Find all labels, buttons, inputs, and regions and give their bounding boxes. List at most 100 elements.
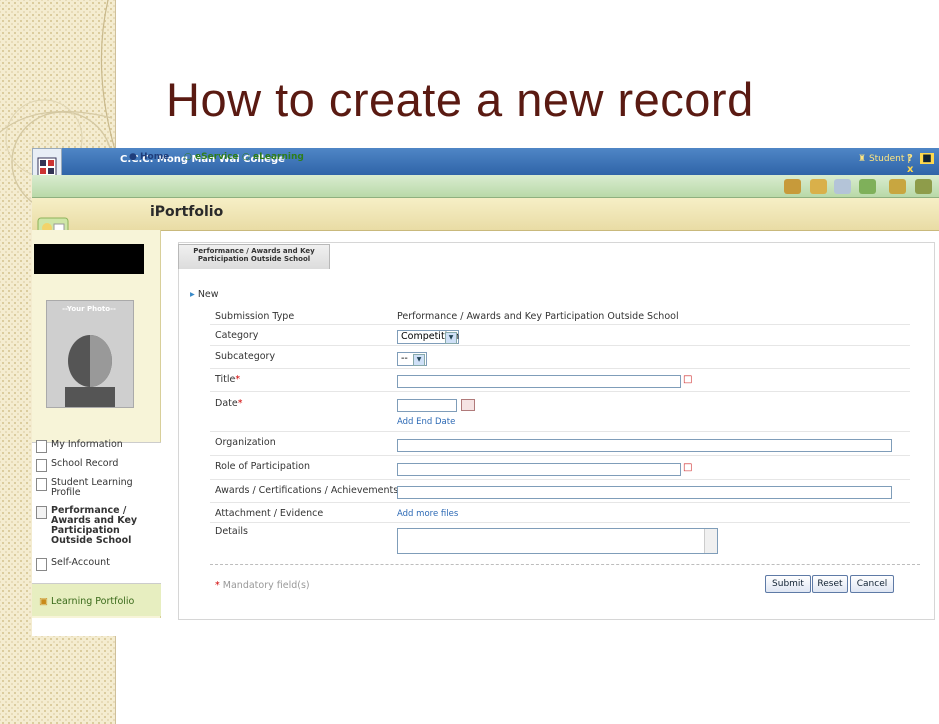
menu-item-label: Performance / Awards and Key Participati… xyxy=(51,505,138,546)
role-label: Role of Participation xyxy=(215,461,310,472)
required-mark: * xyxy=(237,398,243,409)
menu-item-label: Student Learning Profile xyxy=(51,477,133,498)
calendar-icon[interactable] xyxy=(461,399,475,411)
menu-item-self-account[interactable]: Self-Account xyxy=(36,558,110,572)
required-mark: * xyxy=(215,580,220,591)
app-window: C.C.C. Mong Man Wai College ♜ Student | … xyxy=(32,148,939,636)
nav-eservice-label: eService xyxy=(195,152,239,162)
edit-icon[interactable]: □ xyxy=(683,462,692,473)
document-icon xyxy=(36,459,47,472)
chevron-down-icon: ▼ xyxy=(413,354,425,366)
menu-item-school-record[interactable]: School Record xyxy=(36,459,118,473)
menu-item-label: School Record xyxy=(51,458,119,469)
row-divider xyxy=(210,324,910,325)
slide-title: How to create a new record xyxy=(166,73,754,126)
help-label: ? xyxy=(907,153,913,164)
add-more-files-link[interactable]: Add more files xyxy=(397,509,458,519)
toolbar-icon-3[interactable] xyxy=(834,179,851,194)
section-new: ▸ New xyxy=(190,289,219,300)
title-label: Title* xyxy=(215,374,240,385)
row-divider xyxy=(210,391,910,392)
category-label: Category xyxy=(215,330,259,341)
language-icon[interactable]: ■ xyxy=(920,153,934,164)
subcategory-select[interactable]: -- ▼ xyxy=(397,352,427,366)
submission-type-value: Performance / Awards and Key Participati… xyxy=(397,311,679,322)
learning-portfolio-link[interactable]: ▣ Learning Portfolio xyxy=(39,596,134,607)
menu-item-label: Self-Account xyxy=(51,557,110,568)
awards-label: Awards / Certifications / Achievements xyxy=(215,485,399,496)
nav-elearning[interactable]: ○ eLearning xyxy=(242,152,304,162)
awards-input[interactable] xyxy=(397,486,892,499)
submit-button[interactable]: Submit xyxy=(765,575,811,593)
row-divider xyxy=(210,522,910,523)
student-name-redacted xyxy=(34,244,144,274)
section-new-label: New xyxy=(197,289,219,300)
toolbar-icon-6[interactable] xyxy=(915,179,932,194)
document-icon xyxy=(36,558,47,571)
submission-type-label: Submission Type xyxy=(215,311,295,322)
details-label: Details xyxy=(215,526,248,537)
row-divider xyxy=(210,502,910,503)
menu-item-label: My Information xyxy=(51,439,123,450)
portfolio-icon: ▣ xyxy=(39,596,48,607)
help-link[interactable]: ? ■ x xyxy=(907,153,939,175)
person-silhouette-icon xyxy=(47,301,133,407)
chevron-down-icon: ▼ xyxy=(445,332,457,344)
menu-item-my-information[interactable]: My Information xyxy=(36,440,123,454)
row-divider xyxy=(210,479,910,480)
nav-eservice[interactable]: ○ eService xyxy=(184,152,239,162)
learning-portfolio-label: Learning Portfolio xyxy=(51,596,135,607)
add-end-date-link[interactable]: Add End Date xyxy=(397,417,455,427)
date-label: Date* xyxy=(215,398,242,409)
toolbar-icon-1[interactable] xyxy=(784,179,801,194)
tab-label: Performance / Awards and Key Participati… xyxy=(193,247,315,263)
student-photo xyxy=(46,300,134,408)
school-crest-icon xyxy=(37,157,57,177)
student-link[interactable]: ♜ Student | xyxy=(858,154,910,164)
home-icon: ● xyxy=(129,152,137,162)
required-mark: * xyxy=(235,374,241,385)
menu-item-performance[interactable]: Performance / Awards and Key Participati… xyxy=(36,506,160,546)
arrow-icon: ▸ xyxy=(190,289,195,300)
nav-elearning-label: eLearning xyxy=(253,152,304,162)
attachment-label: Attachment / Evidence xyxy=(215,508,324,519)
form-divider xyxy=(210,564,920,565)
toolbar-icon-2[interactable] xyxy=(810,179,827,194)
document-icon xyxy=(36,478,47,491)
subcategory-selected: -- xyxy=(401,353,408,364)
organization-input[interactable] xyxy=(397,439,892,452)
subcategory-label: Subcategory xyxy=(215,351,276,362)
role-input[interactable] xyxy=(397,463,681,476)
menu-item-student-learning-profile[interactable]: Student Learning Profile xyxy=(36,478,158,498)
document-icon xyxy=(36,440,47,453)
title-label-text: Title xyxy=(215,374,236,385)
student-label: Student xyxy=(868,154,905,164)
nav-home[interactable]: ● Home xyxy=(129,152,169,162)
close-icon[interactable]: x xyxy=(907,164,913,175)
elearning-icon: ○ xyxy=(242,152,250,162)
reset-button[interactable]: Reset xyxy=(812,575,848,593)
toolbar-icon-4[interactable] xyxy=(859,179,876,194)
mandatory-note: * Mandatory field(s) xyxy=(215,580,310,591)
mandatory-note-text: Mandatory field(s) xyxy=(222,580,310,591)
photo-placeholder-label: --Your Photo-- xyxy=(62,305,116,313)
row-divider xyxy=(210,455,910,456)
row-divider xyxy=(210,431,910,432)
category-select[interactable]: Competition ▼ xyxy=(397,330,459,344)
eservice-icon: ○ xyxy=(184,152,192,162)
edit-icon[interactable]: □ xyxy=(683,374,692,385)
details-textarea[interactable] xyxy=(397,528,718,554)
textarea-scrollbar[interactable] xyxy=(704,529,717,553)
date-label-text: Date xyxy=(215,398,238,409)
title-input[interactable] xyxy=(397,375,681,388)
toolbar-icon-5[interactable] xyxy=(889,179,906,194)
document-open-icon xyxy=(36,506,47,519)
date-input[interactable] xyxy=(397,399,457,412)
row-divider xyxy=(210,368,910,369)
nav-home-label: Home xyxy=(140,152,170,162)
cancel-button[interactable]: Cancel xyxy=(850,575,894,593)
nav-bar xyxy=(32,175,939,198)
organization-label: Organization xyxy=(215,437,276,448)
module-title: iPortfolio xyxy=(150,204,224,220)
row-divider xyxy=(210,345,910,346)
